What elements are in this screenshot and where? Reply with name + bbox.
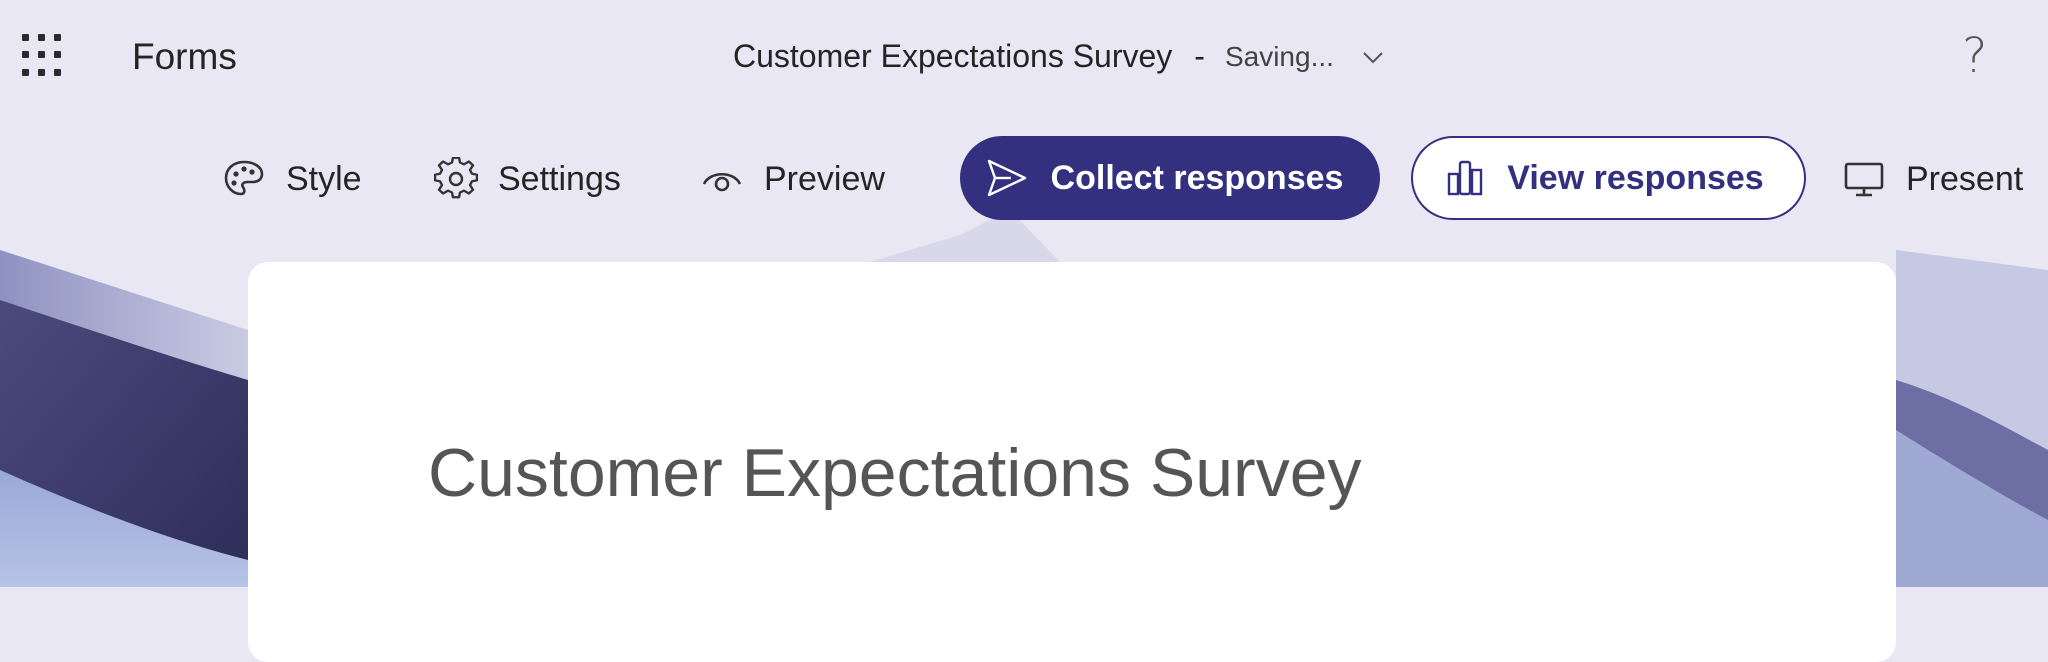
document-title-menu[interactable]: Customer Expectations Survey - Saving... bbox=[733, 38, 1386, 75]
view-responses-button[interactable]: View responses bbox=[1411, 136, 1806, 220]
waffle-grid-icon[interactable] bbox=[22, 34, 66, 78]
palette-icon bbox=[224, 160, 264, 196]
view-responses-label: View responses bbox=[1507, 158, 1764, 197]
style-label: Style bbox=[286, 159, 362, 198]
preview-label: Preview bbox=[764, 159, 885, 198]
top-bar: Forms Customer Expectations Survey - Sav… bbox=[0, 0, 2048, 118]
save-status: Saving... bbox=[1224, 40, 1334, 72]
form-title[interactable]: Customer Expectations Survey bbox=[428, 434, 1362, 512]
settings-label: Settings bbox=[498, 159, 621, 198]
help-button[interactable]: ? bbox=[1962, 28, 1987, 84]
present-label: Present bbox=[1906, 159, 2024, 198]
form-card: Customer Expectations Survey bbox=[248, 262, 1896, 662]
app-name[interactable]: Forms bbox=[132, 36, 237, 78]
document-title: Customer Expectations Survey bbox=[733, 38, 1173, 74]
chevron-down-icon[interactable] bbox=[1360, 44, 1386, 70]
preview-button[interactable]: Preview bbox=[700, 136, 885, 222]
collect-responses-label: Collect responses bbox=[1050, 158, 1344, 197]
bar-chart-icon bbox=[1448, 160, 1483, 196]
title-separator: - bbox=[1194, 38, 1205, 74]
present-button[interactable]: Present bbox=[1842, 136, 2023, 222]
style-button[interactable]: Style bbox=[222, 136, 362, 222]
gear-icon bbox=[434, 157, 478, 199]
settings-button[interactable]: Settings bbox=[434, 136, 621, 222]
monitor-icon bbox=[1844, 162, 1884, 197]
collect-responses-button[interactable]: Collect responses bbox=[960, 136, 1380, 220]
eye-icon bbox=[702, 172, 742, 192]
send-icon bbox=[987, 159, 1026, 197]
